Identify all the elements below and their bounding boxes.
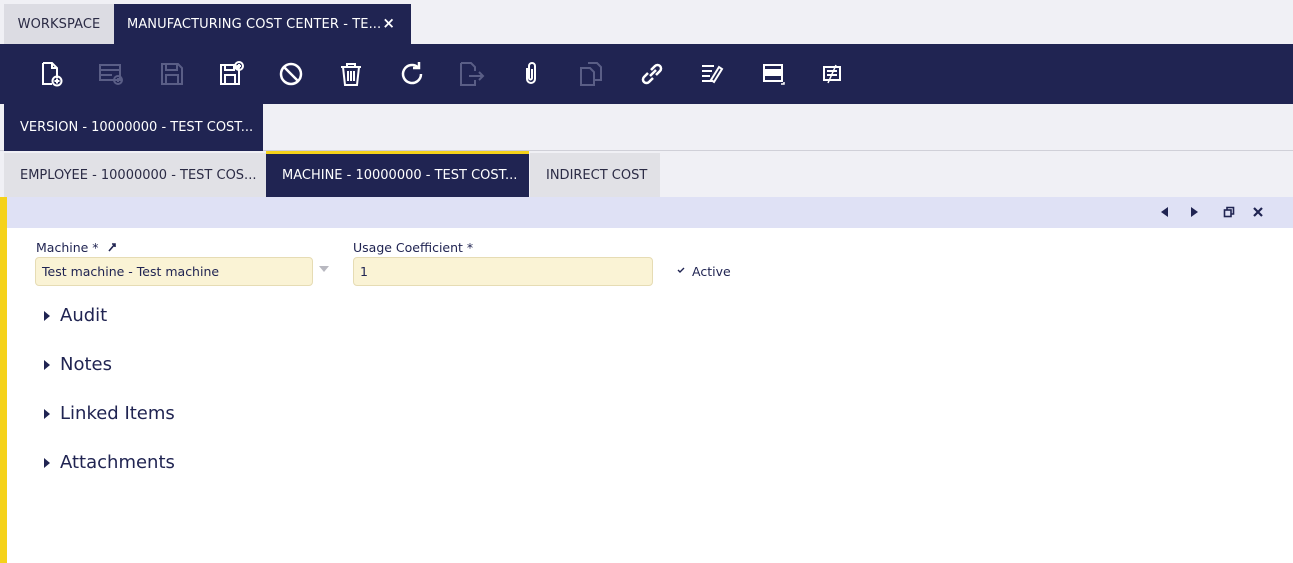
section-notes-label: Notes xyxy=(60,354,112,375)
restore-window-icon xyxy=(1223,206,1235,218)
tools-icon xyxy=(702,65,724,84)
triangle-right-icon xyxy=(44,310,50,321)
tab-indirect-cost[interactable]: INDIRECT COST xyxy=(530,153,660,197)
save-button[interactable] xyxy=(156,58,188,90)
section-notes[interactable]: Notes xyxy=(44,354,112,375)
maximize-button[interactable] xyxy=(1221,204,1237,220)
link-button[interactable] xyxy=(636,58,668,90)
usage-coefficient-label-text: Usage Coefficient * xyxy=(353,240,474,255)
new-document-icon xyxy=(42,62,63,87)
next-record-button[interactable] xyxy=(1186,204,1202,220)
section-audit-label: Audit xyxy=(60,305,108,326)
tab-manufacturing-cost-center-label: MANUFACTURING COST CENTER - TE... xyxy=(127,16,382,32)
main-tab-bar: WORKSPACE MANUFACTURING COST CENTER - TE… xyxy=(0,0,1293,44)
tab-workspace-label: WORKSPACE xyxy=(17,16,101,32)
status-bar xyxy=(7,197,1293,228)
tab-manufacturing-cost-center[interactable]: MANUFACTURING COST CENTER - TE... × xyxy=(114,4,411,44)
close-icon[interactable]: × xyxy=(382,15,395,31)
tab-version[interactable]: VERSION - 10000000 - TEST COST... xyxy=(4,104,263,151)
form-panel: Machine * Test machine - Test machine Us… xyxy=(0,197,1293,563)
close-icon xyxy=(1253,207,1263,217)
usage-coefficient-label: Usage Coefficient * xyxy=(353,240,473,255)
triangle-right-icon xyxy=(44,359,50,370)
triangle-right-icon xyxy=(44,408,50,419)
section-attachments-label: Attachments xyxy=(60,452,175,473)
form-view-button[interactable] xyxy=(816,58,848,90)
refresh-icon xyxy=(401,62,423,85)
attachment-icon xyxy=(526,62,536,84)
active-label: Active xyxy=(692,264,731,279)
tab-machine[interactable]: MACHINE - 10000000 - TEST COST... xyxy=(266,151,529,197)
toolbar xyxy=(0,44,1293,104)
save-icon xyxy=(161,63,183,85)
tab-version-label: VERSION - 10000000 - TEST COST... xyxy=(20,120,254,135)
checkmark-icon xyxy=(677,267,685,273)
export-icon xyxy=(460,62,485,86)
export-button[interactable] xyxy=(455,58,487,90)
new-row-button[interactable] xyxy=(95,58,127,90)
machine-field[interactable]: Test machine - Test machine xyxy=(35,257,313,286)
tab-employee-label: EMPLOYEE - 10000000 - TEST COS... xyxy=(20,167,257,183)
level1-tab-bar: VERSION - 10000000 - TEST COST... xyxy=(0,104,1293,151)
close-form-button[interactable] xyxy=(1250,204,1266,220)
chevron-left-icon xyxy=(1161,207,1168,217)
machine-label: Machine * xyxy=(36,240,118,255)
save-and-new-button[interactable] xyxy=(215,58,247,90)
usage-coefficient-value: 1 xyxy=(360,264,368,279)
grid-view-icon xyxy=(763,64,785,85)
refresh-button[interactable] xyxy=(396,58,428,90)
active-indicator-bar xyxy=(0,197,7,563)
triangle-right-icon xyxy=(44,457,50,468)
chevron-right-icon xyxy=(1191,207,1198,217)
machine-label-text: Machine * xyxy=(36,240,99,255)
level2-tab-bar: EMPLOYEE - 10000000 - TEST COS... MACHIN… xyxy=(0,151,1293,197)
grid-view-button[interactable] xyxy=(757,58,789,90)
section-attachments[interactable]: Attachments xyxy=(44,452,175,473)
delete-icon xyxy=(341,63,361,86)
tab-indirect-cost-label: INDIRECT COST xyxy=(546,167,648,183)
undo-icon xyxy=(279,62,303,86)
new-document-button[interactable] xyxy=(35,58,67,90)
attachment-button[interactable] xyxy=(515,58,547,90)
active-checkbox[interactable] xyxy=(676,265,688,277)
previous-record-button[interactable] xyxy=(1157,204,1173,220)
tab-machine-label: MACHINE - 10000000 - TEST COST... xyxy=(282,168,518,183)
link-arrow-icon[interactable] xyxy=(106,241,118,253)
tab-employee[interactable]: EMPLOYEE - 10000000 - TEST COS... xyxy=(4,153,266,197)
copy-icon xyxy=(580,62,602,86)
usage-coefficient-field[interactable]: 1 xyxy=(353,257,653,286)
chevron-down-icon[interactable] xyxy=(319,266,329,272)
section-audit[interactable]: Audit xyxy=(44,305,107,326)
undo-button[interactable] xyxy=(275,58,307,90)
tools-button[interactable] xyxy=(696,58,728,90)
link-icon xyxy=(641,63,663,85)
section-linked-items[interactable]: Linked Items xyxy=(44,403,175,424)
delete-button[interactable] xyxy=(335,58,367,90)
section-linked-items-label: Linked Items xyxy=(60,403,175,424)
tab-workspace[interactable]: WORKSPACE xyxy=(4,4,114,44)
new-row-icon xyxy=(99,64,123,85)
copy-button[interactable] xyxy=(575,58,607,90)
machine-field-value: Test machine - Test machine xyxy=(42,264,220,279)
form-view-icon xyxy=(823,64,841,84)
save-and-new-icon xyxy=(220,61,244,85)
